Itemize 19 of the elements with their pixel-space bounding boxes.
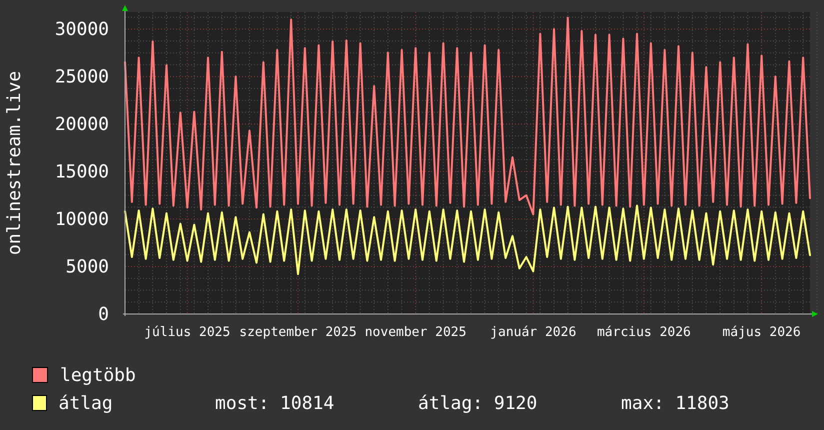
y-axis-title: onlinestream.live	[4, 70, 25, 256]
legend-label: legtöbb	[60, 364, 137, 386]
x-tick-label: május 2026	[722, 325, 801, 340]
legend-stat: max: 11803	[621, 392, 730, 414]
x-tick-label: március 2026	[596, 325, 691, 340]
legend-stat: átlag: 9120	[418, 392, 538, 414]
y-tick-label: 30000	[54, 19, 109, 40]
x-tick-label: január 2026	[490, 325, 576, 340]
legend-stat: most: 10814	[215, 392, 336, 414]
x-tick-label: július 2025	[144, 325, 230, 340]
legend-label: átlag	[58, 392, 114, 414]
y-tick-label: 15000	[54, 162, 109, 183]
y-tick-label: 5000	[66, 256, 109, 278]
x-tick-label: szeptember 2025	[239, 325, 357, 340]
y-tick-label: 10000	[54, 209, 109, 230]
y-tick-label: 0	[98, 304, 109, 325]
y-tick-label: 20000	[54, 114, 109, 136]
x-tick-label: november 2025	[364, 325, 466, 340]
y-tick-label: 25000	[54, 66, 109, 88]
